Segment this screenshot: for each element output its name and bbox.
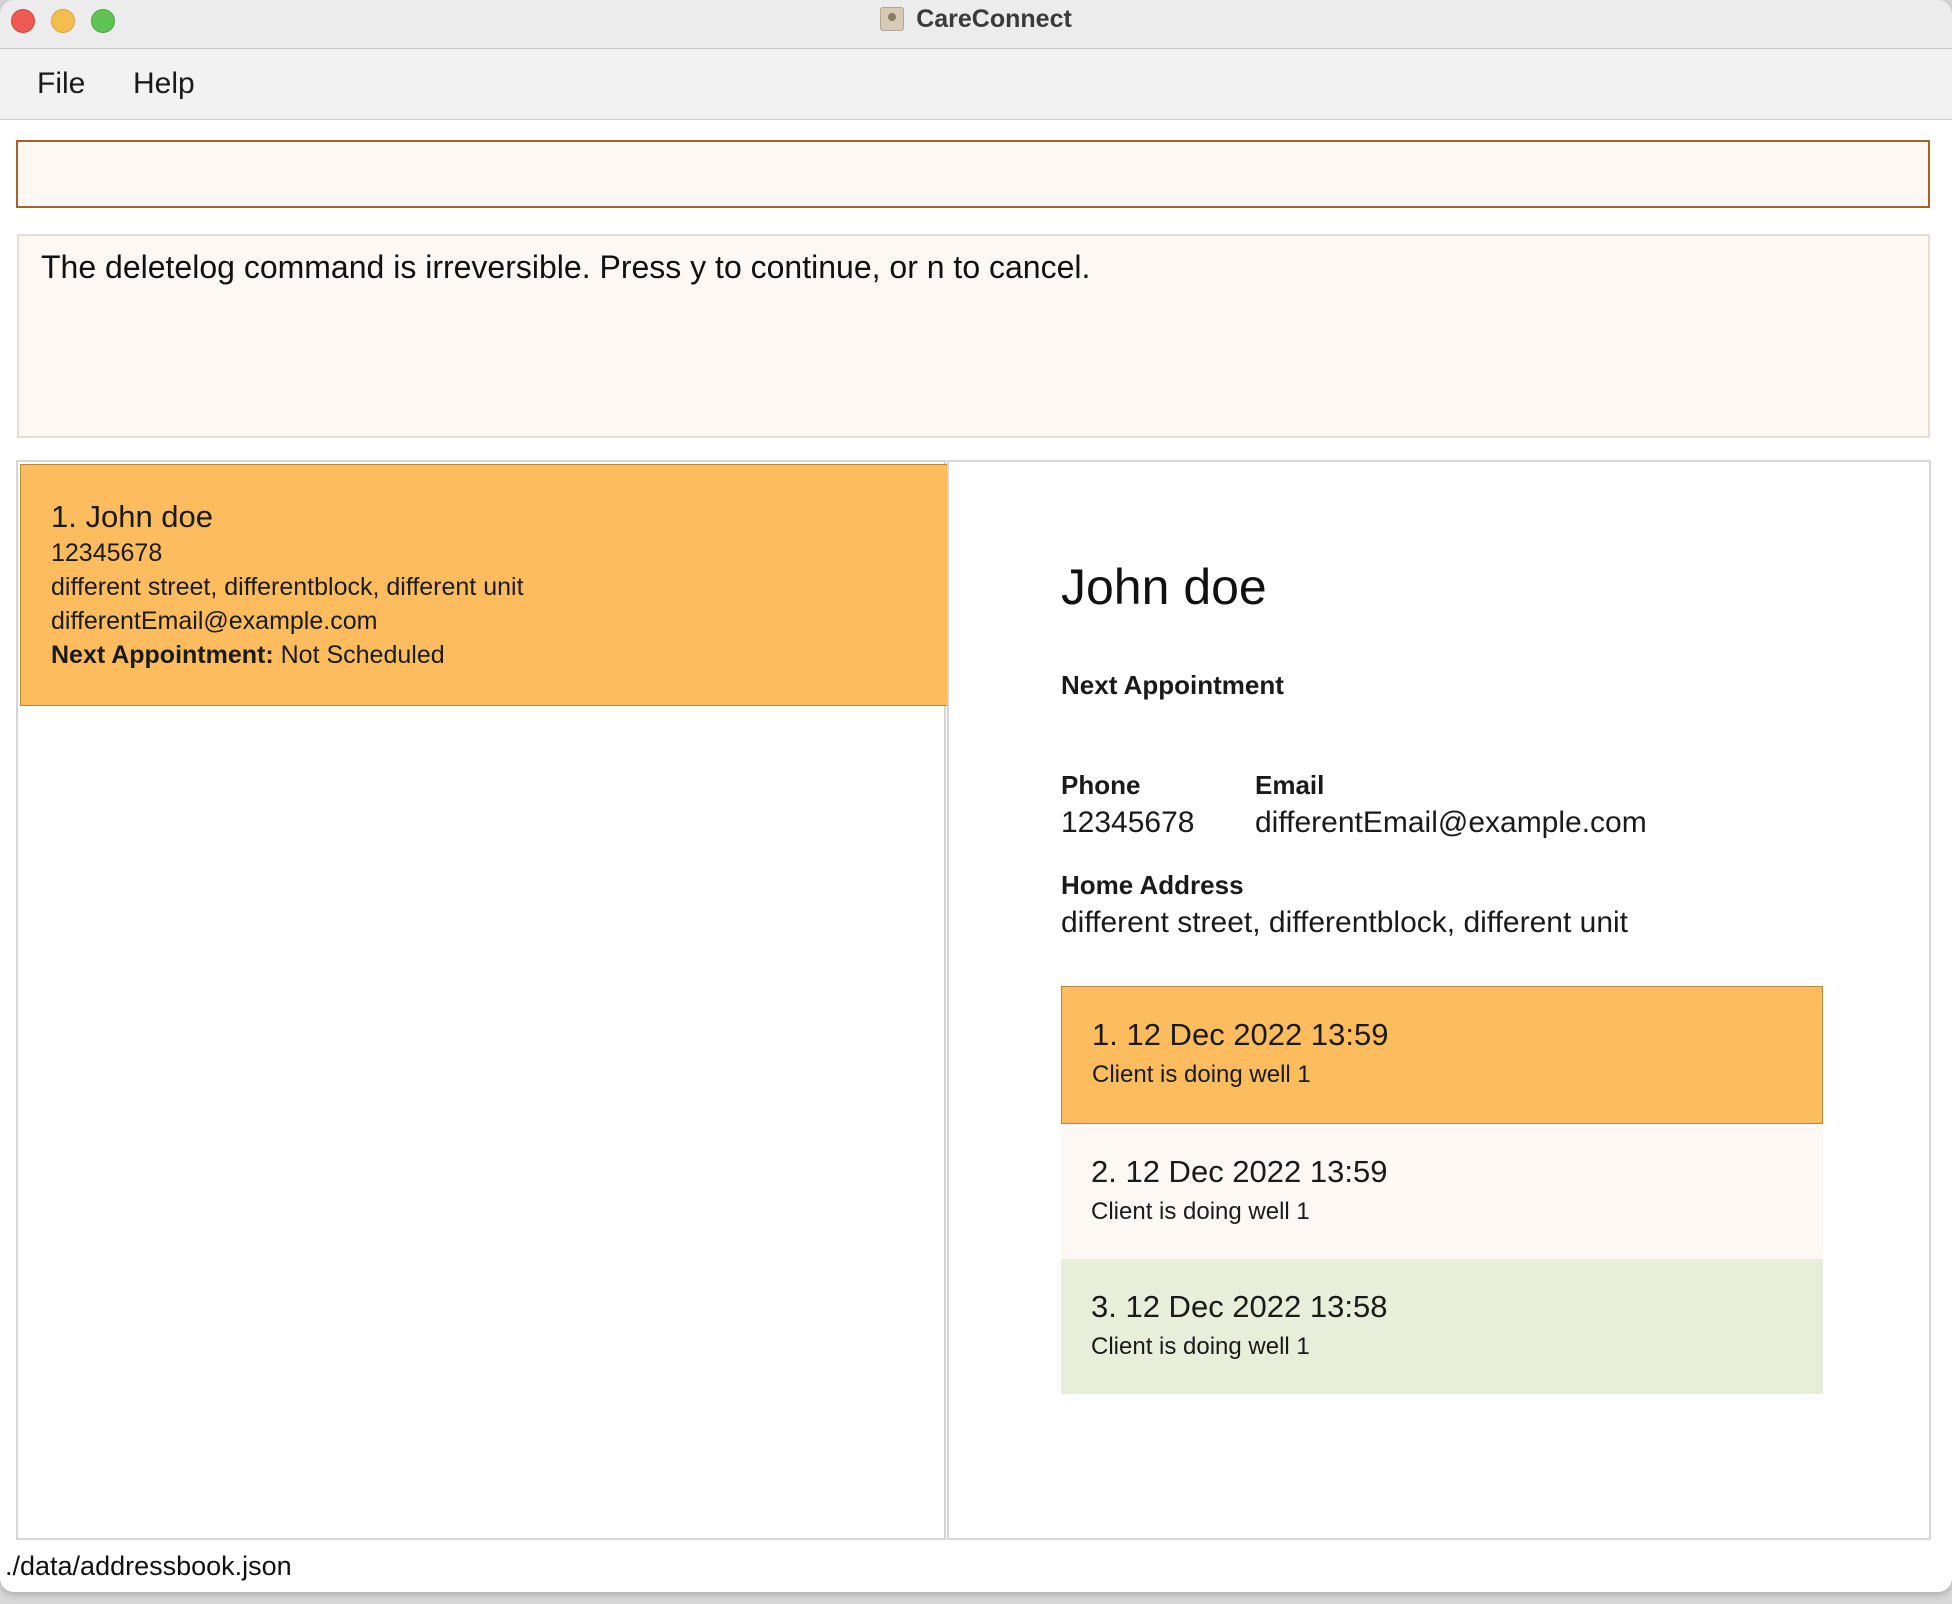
appointment-value: Not Scheduled (280, 641, 445, 669)
title-bar: CareConnect (0, 0, 1952, 49)
person-card-appointment: Next Appointment: Not Scheduled (51, 641, 445, 670)
person-card-email: differentEmail@example.com (51, 607, 378, 635)
menu-file[interactable]: File (37, 67, 85, 101)
result-message: The deletelog command is irreversible. P… (41, 249, 1091, 285)
person-detail-panel: John doe Next Appointment Phone Email 12… (947, 460, 1931, 1540)
result-display: The deletelog command is irreversible. P… (17, 234, 1930, 438)
detail-name: John doe (1061, 559, 1267, 615)
menu-bar: File Help (0, 49, 1952, 120)
log-note: Client is doing well 1 (1092, 1061, 1311, 1088)
person-card-address: different street, differentblock, differ… (51, 573, 524, 601)
title-wrap: CareConnect (0, 0, 1952, 38)
next-appointment-label: Next Appointment (1061, 670, 1284, 700)
command-box (16, 140, 1930, 208)
contacts-book-icon (880, 7, 905, 31)
phone-label: Phone (1061, 770, 1141, 800)
log-item[interactable]: 3. 12 Dec 2022 13:58 Client is doing wel… (1061, 1259, 1823, 1394)
log-note: Client is doing well 1 (1091, 1333, 1310, 1360)
phone-value: 12345678 (1061, 806, 1195, 839)
menu-help[interactable]: Help (133, 67, 195, 101)
person-card-name: 1. John doe (51, 499, 214, 534)
appointment-label: Next Appointment: (51, 641, 274, 669)
person-card[interactable]: 1. John doe 12345678 different street, d… (20, 464, 948, 706)
log-date: 1. 12 Dec 2022 13:59 (1092, 1017, 1389, 1052)
command-input[interactable] (18, 142, 1928, 206)
home-address-label: Home Address (1061, 870, 1244, 900)
home-address-value: different street, differentblock, differ… (1061, 906, 1629, 939)
person-list-panel[interactable]: 1. John doe 12345678 different street, d… (16, 460, 948, 1540)
save-location: ./data/addressbook.json (5, 1551, 292, 1581)
log-note: Client is doing well 1 (1091, 1198, 1310, 1225)
log-list[interactable]: 1. 12 Dec 2022 13:59 Client is doing wel… (1061, 986, 1823, 1394)
log-date: 3. 12 Dec 2022 13:58 (1091, 1289, 1388, 1324)
person-card-phone: 12345678 (51, 539, 163, 567)
status-bar: ./data/addressbook.json (0, 1546, 1952, 1592)
window-title: CareConnect (916, 4, 1072, 33)
email-value: differentEmail@example.com (1255, 806, 1647, 839)
log-item[interactable]: 1. 12 Dec 2022 13:59 Client is doing wel… (1061, 986, 1823, 1124)
email-label: Email (1255, 770, 1325, 800)
log-item[interactable]: 2. 12 Dec 2022 13:59 Client is doing wel… (1061, 1124, 1823, 1259)
log-date: 2. 12 Dec 2022 13:59 (1091, 1154, 1388, 1189)
app-window: CareConnect File Help The deletelog comm… (0, 0, 1952, 1592)
